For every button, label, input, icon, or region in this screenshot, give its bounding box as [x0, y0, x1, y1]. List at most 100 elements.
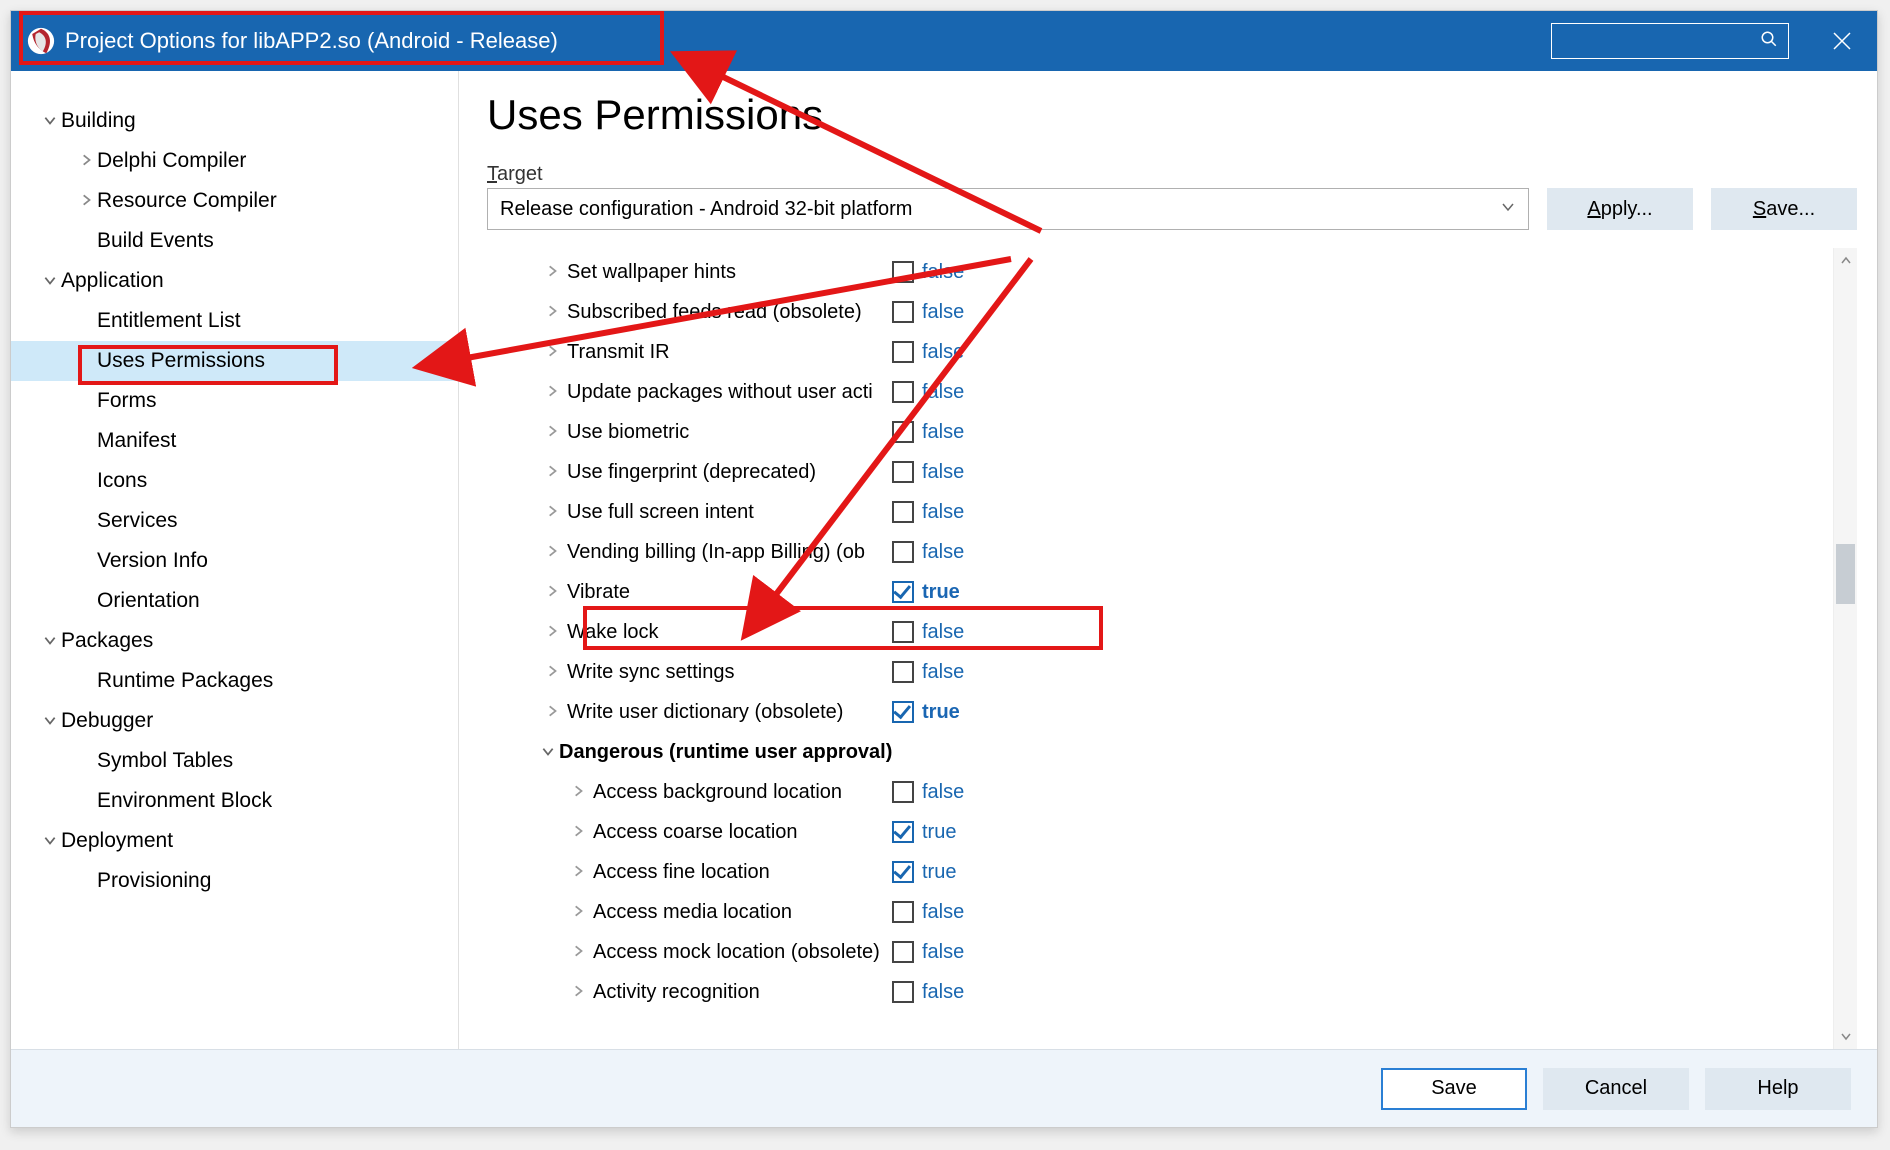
checkbox[interactable]: [892, 381, 914, 403]
permission-row[interactable]: Transmit IRfalse: [487, 332, 1833, 372]
checkbox[interactable]: [892, 661, 914, 683]
tree-item-delphi-compiler[interactable]: Delphi Compiler: [11, 141, 458, 181]
permission-value[interactable]: false: [892, 941, 964, 964]
permission-value[interactable]: false: [892, 901, 964, 924]
checkbox[interactable]: [892, 581, 914, 603]
tree-item-icons[interactable]: Icons: [11, 461, 458, 501]
chevron-right-icon: [541, 264, 563, 278]
permission-value[interactable]: false: [892, 341, 964, 364]
checkbox[interactable]: [892, 861, 914, 883]
checkbox[interactable]: [892, 621, 914, 643]
permission-value[interactable]: true: [892, 581, 960, 604]
permission-value[interactable]: false: [892, 541, 964, 564]
checkbox[interactable]: [892, 261, 914, 283]
tree-item-resource-compiler[interactable]: Resource Compiler: [11, 181, 458, 221]
chevron-right-icon: [541, 704, 563, 718]
vertical-scrollbar[interactable]: [1833, 248, 1857, 1049]
tree-item-services[interactable]: Services: [11, 501, 458, 541]
tree-item-application[interactable]: Application: [11, 261, 458, 301]
permission-row[interactable]: Access background locationfalse: [487, 772, 1833, 812]
permission-value[interactable]: false: [892, 421, 964, 444]
scroll-down-icon[interactable]: [1834, 1023, 1857, 1049]
scrollbar-thumb[interactable]: [1836, 544, 1855, 604]
permission-row[interactable]: Dangerous (runtime user approval): [487, 732, 1833, 772]
checkbox[interactable]: [892, 781, 914, 803]
tree-item-packages[interactable]: Packages: [11, 621, 458, 661]
tree-item-environment-block[interactable]: Environment Block: [11, 781, 458, 821]
tree-item-provisioning[interactable]: Provisioning: [11, 861, 458, 901]
target-select[interactable]: Release configuration - Android 32-bit p…: [487, 188, 1529, 230]
permission-name: Access media location: [487, 901, 892, 924]
checkbox[interactable]: [892, 421, 914, 443]
permission-row[interactable]: Access mock location (obsolete)false: [487, 932, 1833, 972]
permission-value-label: false: [922, 901, 964, 924]
permissions-grid[interactable]: Set wallpaper hintsfalseSubscribed feeds…: [487, 248, 1833, 1049]
permission-value[interactable]: false: [892, 501, 964, 524]
tree-item-entitlement-list[interactable]: Entitlement List: [11, 301, 458, 341]
scroll-up-icon[interactable]: [1834, 248, 1857, 274]
checkbox[interactable]: [892, 941, 914, 963]
permission-value[interactable]: true: [892, 821, 956, 844]
permission-value[interactable]: false: [892, 981, 964, 1004]
tree-item-label: Version Info: [97, 549, 208, 573]
permission-value[interactable]: false: [892, 661, 964, 684]
chevron-right-icon: [541, 504, 563, 518]
options-tree[interactable]: BuildingDelphi CompilerResource Compiler…: [11, 71, 459, 1049]
tree-item-label: Deployment: [61, 829, 173, 853]
permission-value[interactable]: false: [892, 301, 964, 324]
checkbox[interactable]: [892, 701, 914, 723]
apply-button[interactable]: Apply...: [1547, 188, 1693, 230]
save-options-button[interactable]: Save...: [1711, 188, 1857, 230]
checkbox[interactable]: [892, 301, 914, 323]
permission-value[interactable]: false: [892, 261, 964, 284]
permission-value[interactable]: true: [892, 861, 956, 884]
chevron-right-icon: [567, 944, 589, 958]
permission-value[interactable]: false: [892, 461, 964, 484]
permission-row[interactable]: Wake lockfalse: [487, 612, 1833, 652]
permission-row[interactable]: Access media location false: [487, 892, 1833, 932]
tree-item-manifest[interactable]: Manifest: [11, 421, 458, 461]
permission-row[interactable]: Update packages without user actifalse: [487, 372, 1833, 412]
permission-row[interactable]: Access coarse locationtrue: [487, 812, 1833, 852]
cancel-button[interactable]: Cancel: [1543, 1068, 1689, 1110]
tree-item-uses-permissions[interactable]: Uses Permissions: [11, 341, 458, 381]
checkbox[interactable]: [892, 821, 914, 843]
tree-item-label: Orientation: [97, 589, 200, 613]
titlebar-search[interactable]: [1551, 23, 1789, 59]
permission-value[interactable]: false: [892, 781, 964, 804]
tree-item-build-events[interactable]: Build Events: [11, 221, 458, 261]
permission-row[interactable]: Subscribed feeds read (obsolete)false: [487, 292, 1833, 332]
permission-value[interactable]: false: [892, 381, 964, 404]
close-button[interactable]: [1807, 11, 1877, 71]
checkbox[interactable]: [892, 501, 914, 523]
save-button[interactable]: Save: [1381, 1068, 1527, 1110]
tree-item-version-info[interactable]: Version Info: [11, 541, 458, 581]
permission-row[interactable]: Set wallpaper hintsfalse: [487, 252, 1833, 292]
tree-item-building[interactable]: Building: [11, 101, 458, 141]
permission-value-label: false: [922, 421, 964, 444]
checkbox[interactable]: [892, 901, 914, 923]
permission-row[interactable]: Activity recognitionfalse: [487, 972, 1833, 1012]
checkbox[interactable]: [892, 981, 914, 1003]
permission-row[interactable]: Write user dictionary (obsolete)true: [487, 692, 1833, 732]
permission-row[interactable]: Write sync settingsfalse: [487, 652, 1833, 692]
permission-row[interactable]: Access fine locationtrue: [487, 852, 1833, 892]
tree-item-forms[interactable]: Forms: [11, 381, 458, 421]
tree-item-deployment[interactable]: Deployment: [11, 821, 458, 861]
tree-item-label: Environment Block: [97, 789, 272, 813]
checkbox[interactable]: [892, 461, 914, 483]
tree-item-debugger[interactable]: Debugger: [11, 701, 458, 741]
permission-row[interactable]: Vibratetrue: [487, 572, 1833, 612]
permission-row[interactable]: Use fingerprint (deprecated)false: [487, 452, 1833, 492]
permission-row[interactable]: Use full screen intentfalse: [487, 492, 1833, 532]
permission-value[interactable]: true: [892, 701, 960, 724]
tree-item-runtime-packages[interactable]: Runtime Packages: [11, 661, 458, 701]
permission-row[interactable]: Use biometricfalse: [487, 412, 1833, 452]
permission-value[interactable]: false: [892, 621, 964, 644]
tree-item-symbol-tables[interactable]: Symbol Tables: [11, 741, 458, 781]
permission-row[interactable]: Vending billing (In-app Billing) (obfals…: [487, 532, 1833, 572]
checkbox[interactable]: [892, 541, 914, 563]
checkbox[interactable]: [892, 341, 914, 363]
help-button[interactable]: Help: [1705, 1068, 1851, 1110]
tree-item-orientation[interactable]: Orientation: [11, 581, 458, 621]
